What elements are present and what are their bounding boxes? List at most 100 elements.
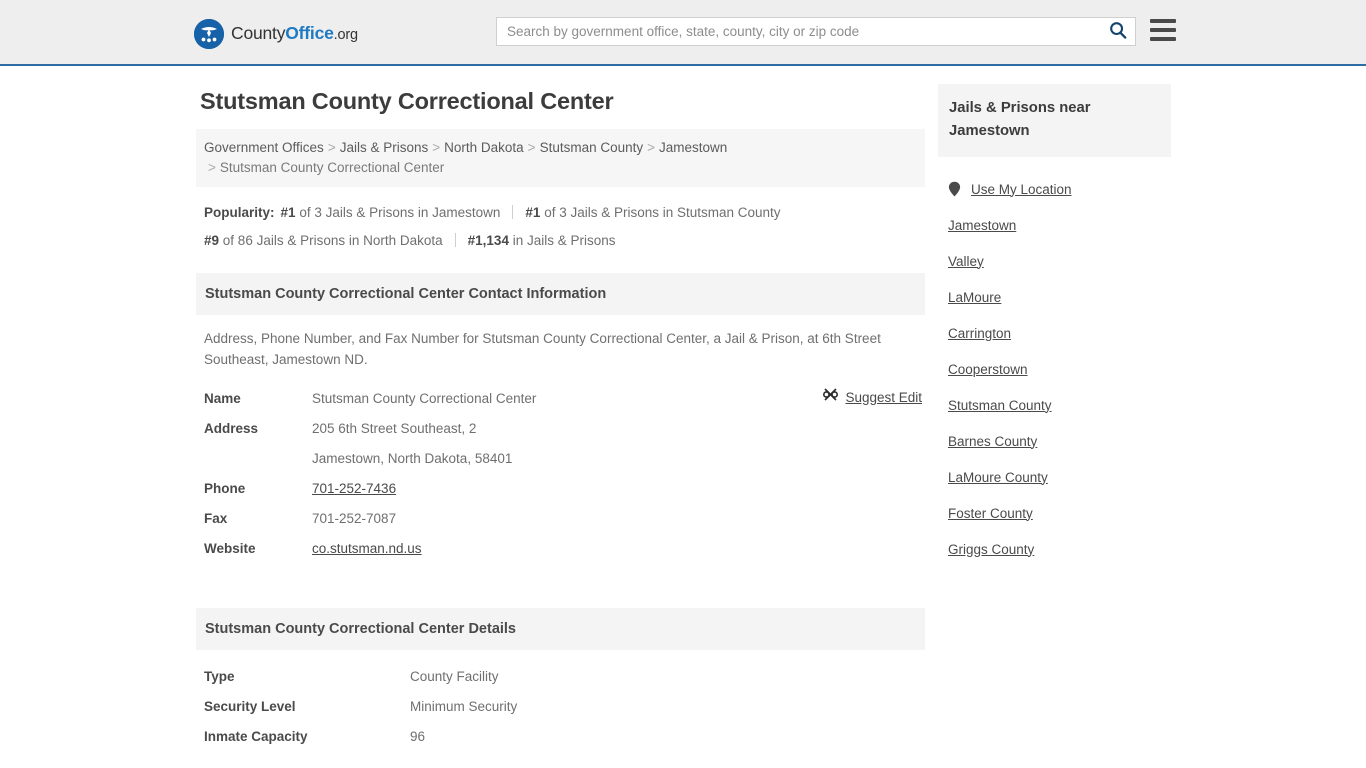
- popularity-entry-north-dakota: #9 of 86 Jails & Prisons in North Dakota: [204, 233, 443, 248]
- sidebar-item-valley[interactable]: Valley: [948, 243, 1171, 279]
- details-row-key: Inmate Capacity: [204, 729, 308, 745]
- sidebar-link[interactable]: Griggs County: [948, 542, 1034, 557]
- sidebar-link[interactable]: Valley: [948, 254, 984, 269]
- popularity-divider: [454, 233, 456, 248]
- use-my-location-link[interactable]: Use My Location: [971, 182, 1072, 197]
- contact-section-heading: Stutsman County Correctional Center Cont…: [196, 273, 925, 316]
- sidebar-item-lamoure-county[interactable]: LaMoure County: [948, 459, 1171, 495]
- contact-row-key: Name: [204, 391, 241, 407]
- popularity-entry-stutsman-county: #1 of 3 Jails & Prisons in Stutsman Coun…: [525, 205, 780, 220]
- breadcrumb-item-jails-prisons[interactable]: Jails & Prisons: [340, 140, 429, 155]
- sidebar-link[interactable]: Cooperstown: [948, 362, 1028, 377]
- hamburger-bar: [1150, 37, 1176, 41]
- sidebar-item-carrington[interactable]: Carrington: [948, 315, 1171, 351]
- sidebar: Jails & Prisons near Jamestown Use My Lo…: [938, 66, 1171, 567]
- popularity-label: Popularity:: [204, 205, 275, 221]
- contact-row-key: Phone: [204, 481, 246, 497]
- popularity-rank: #1: [280, 205, 296, 221]
- brand-text-office: Office: [285, 23, 334, 44]
- contact-row-address: Address 205 6th Street Southeast, 2 Jame…: [204, 414, 925, 474]
- sidebar-heading: Jails & Prisons near Jamestown: [938, 84, 1171, 157]
- popularity-text: of 3 Jails & Prisons in Jamestown: [299, 205, 501, 221]
- contact-row-value-line2: Jamestown, North Dakota, 58401: [312, 451, 513, 467]
- sidebar-item-stutsman-county[interactable]: Stutsman County: [948, 387, 1171, 423]
- site-header: CountyOffice.org: [0, 0, 1366, 66]
- sidebar-item-barnes-county[interactable]: Barnes County: [948, 423, 1171, 459]
- eagle-shield-logo-icon: [194, 19, 224, 49]
- popularity-rank: #1,134: [467, 233, 509, 249]
- contact-section-description: Address, Phone Number, and Fax Number fo…: [204, 331, 881, 368]
- sidebar-link[interactable]: Stutsman County: [948, 398, 1052, 413]
- popularity-text: of 3 Jails & Prisons in Stutsman County: [544, 205, 781, 221]
- sidebar-item-cooperstown[interactable]: Cooperstown: [948, 351, 1171, 387]
- hamburger-bar: [1150, 28, 1176, 32]
- details-row-value: Minimum Security: [410, 699, 518, 715]
- sidebar-link[interactable]: LaMoure: [948, 290, 1001, 305]
- sidebar-links: Use My Location Jamestown Valley LaMoure…: [938, 171, 1171, 567]
- sidebar-link[interactable]: Foster County: [948, 506, 1033, 521]
- brand-text-county: County: [231, 23, 286, 44]
- contact-row-key: Website: [204, 541, 256, 557]
- brand-logo-link[interactable]: CountyOffice.org: [194, 19, 358, 49]
- sidebar-link[interactable]: Carrington: [948, 326, 1011, 341]
- sidebar-item-use-my-location[interactable]: Use My Location: [948, 171, 1171, 207]
- popularity-text: of 86 Jails & Prisons in North Dakota: [222, 233, 443, 249]
- sidebar-item-jamestown[interactable]: Jamestown: [948, 207, 1171, 243]
- page-body: Stutsman County Correctional Center Gove…: [0, 66, 1366, 768]
- contact-row-fax: Fax 701-252-7087: [204, 504, 925, 534]
- breadcrumb-separator-icon: >: [527, 140, 536, 156]
- sidebar-item-lamoure[interactable]: LaMoure: [948, 279, 1171, 315]
- breadcrumb-item-north-dakota[interactable]: North Dakota: [444, 140, 524, 155]
- details-section: Stutsman County Correctional Center Deta…: [196, 608, 925, 752]
- breadcrumb-item-jamestown[interactable]: Jamestown: [659, 140, 727, 155]
- contact-row-value: co.stutsman.nd.us: [312, 534, 422, 564]
- breadcrumb-item-stutsman-county[interactable]: Stutsman County: [540, 140, 644, 155]
- breadcrumb-separator-icon: >: [647, 140, 656, 156]
- breadcrumb-item-government-offices[interactable]: Government Offices: [204, 140, 324, 155]
- contact-row-phone: Phone 701-252-7436: [204, 474, 925, 504]
- popularity-rank: #1: [525, 205, 541, 221]
- contact-address-lines: 205 6th Street Southeast, 2 Jamestown, N…: [312, 414, 512, 474]
- breadcrumb-separator-icon: >: [432, 140, 441, 156]
- breadcrumb-current: Stutsman County Correctional Center: [219, 160, 445, 176]
- popularity-divider: [512, 205, 514, 220]
- details-row-key: Type: [204, 669, 235, 685]
- details-row-value: County Facility: [410, 669, 499, 685]
- sidebar-item-foster-county[interactable]: Foster County: [948, 495, 1171, 531]
- contact-row-value: Stutsman County Correctional Center: [312, 391, 537, 407]
- contact-row-value: 701-252-7087: [312, 511, 397, 527]
- search-input[interactable]: [497, 18, 1101, 45]
- contact-row-name: Name Stutsman County Correctional Center: [204, 384, 925, 414]
- details-row-value: 96: [410, 729, 426, 745]
- contact-row-value: 701-252-7436: [312, 474, 396, 504]
- details-row-inmate-capacity: Inmate Capacity 96: [204, 722, 925, 752]
- contact-row-key: Fax: [204, 511, 228, 527]
- search-icon: [1109, 21, 1127, 42]
- breadcrumb: Government Offices > Jails & Prisons > North…: [196, 129, 925, 188]
- sidebar-link[interactable]: Jamestown: [948, 218, 1016, 233]
- breadcrumb-separator-icon: >: [327, 140, 336, 156]
- hamburger-menu-icon[interactable]: [1150, 19, 1176, 41]
- popularity-text: in Jails & Prisons: [512, 233, 616, 249]
- details-row-key: Security Level: [204, 699, 296, 715]
- popularity-rank: #9: [204, 233, 220, 249]
- suggest-edit-label: Suggest Edit: [845, 390, 922, 406]
- search-button[interactable]: [1101, 18, 1135, 45]
- sidebar-link[interactable]: LaMoure County: [948, 470, 1048, 485]
- details-row-security-level: Security Level Minimum Security: [204, 692, 925, 722]
- search-bar[interactable]: [496, 17, 1136, 46]
- contact-row-website: Website co.stutsman.nd.us: [204, 534, 925, 564]
- suggest-edit-button[interactable]: Suggest Edit: [823, 385, 922, 411]
- suggest-edit-icon: [823, 385, 839, 411]
- sidebar-link[interactable]: Barnes County: [948, 434, 1037, 449]
- popularity-entry-jamestown: #1 of 3 Jails & Prisons in Jamestown: [281, 205, 501, 220]
- map-pin-icon: [948, 181, 962, 197]
- details-section-heading: Stutsman County Correctional Center Deta…: [196, 608, 925, 651]
- website-link[interactable]: co.stutsman.nd.us: [312, 541, 422, 556]
- phone-link[interactable]: 701-252-7436: [312, 481, 396, 496]
- brand-wordmark: CountyOffice.org: [231, 25, 358, 43]
- page-title: Stutsman County Correctional Center: [200, 88, 614, 114]
- details-row-type: Type County Facility: [204, 662, 925, 692]
- sidebar-item-griggs-county[interactable]: Griggs County: [948, 531, 1171, 567]
- popularity-section: Popularity: #1 of 3 Jails & Prisons in Ja…: [196, 199, 925, 255]
